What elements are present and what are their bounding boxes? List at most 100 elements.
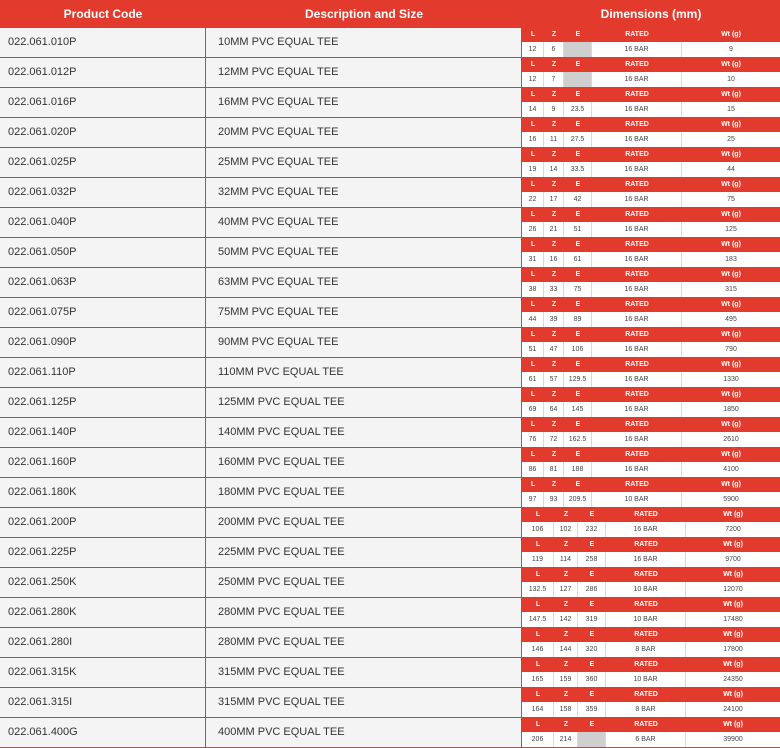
product-code-cell: 022.061.140P (0, 418, 206, 447)
dimension-value-e: 188 (564, 462, 592, 477)
description-cell: 16MM PVC EQUAL TEE (206, 88, 522, 117)
dimension-value-e: 319 (578, 612, 606, 627)
dimension-label-rated: RATED (634, 691, 658, 698)
dimension-value-wt: 7200 (725, 526, 741, 533)
dimension-labels: L Z E RATED Wt (g) (522, 658, 780, 672)
dimensions-cell: L Z E RATED Wt (g) 51 47 106 16 BAR 790 (522, 328, 780, 357)
dimension-value-e: 209.5 (564, 492, 592, 507)
dimension-label-l: L (530, 151, 536, 158)
dimension-label-wt: Wt (g) (721, 481, 741, 488)
dimension-labels: L Z E RATED Wt (g) (522, 508, 780, 522)
dimension-value-rated: 8 BAR (606, 642, 686, 657)
dimension-label-z: Z (551, 181, 557, 188)
dimension-value-z: 93 (544, 492, 564, 507)
dimension-label-rated: RATED (625, 211, 649, 218)
product-code-cell: 022.061.110P (0, 358, 206, 387)
dimension-value-l: 106 (522, 522, 554, 537)
dimension-labels: L Z E RATED Wt (g) (522, 628, 780, 642)
dimension-label-z: Z (563, 601, 569, 608)
dimension-values: 165 159 360 10 BAR 24350 (522, 672, 780, 687)
dimension-value-e: 23.5 (564, 102, 592, 117)
dimension-values: 206 214 6 BAR 39900 (522, 732, 780, 747)
description-cell: 160MM PVC EQUAL TEE (206, 448, 522, 477)
table-row: 022.061.280I 280MM PVC EQUAL TEE L Z E RATED W… (0, 628, 780, 658)
description-cell: 315MM PVC EQUAL TEE (206, 688, 522, 717)
dimensions-cell: L Z E RATED Wt (g) 164 158 359 8 BAR 24100 (522, 688, 780, 717)
dimension-label-l: L (530, 481, 536, 488)
dimension-value-rated: 16 BAR (592, 162, 682, 177)
dimension-value-e: 51 (564, 222, 592, 237)
dimension-values: 86 81 188 16 BAR 4100 (522, 462, 780, 477)
table-header: Product Code Description and Size Dimens… (0, 0, 780, 28)
dimension-value-wt: 9700 (725, 556, 741, 563)
dimension-value-rated: 16 BAR (592, 432, 682, 447)
dimension-label-e: E (575, 271, 581, 278)
dimension-labels: L Z E RATED Wt (g) (522, 388, 780, 402)
dimension-value-z: 39 (544, 312, 564, 327)
dimension-label-wt: Wt (g) (723, 691, 743, 698)
dimension-label-l: L (530, 331, 536, 338)
dimension-value-wt: 25 (727, 136, 735, 143)
product-code-cell: 022.061.125P (0, 388, 206, 417)
dimension-labels: L Z E RATED Wt (g) (522, 568, 780, 582)
dimensions-cell: L Z E RATED Wt (g) 44 39 89 16 BAR 495 (522, 298, 780, 327)
dimension-values: 26 21 51 16 BAR 125 (522, 222, 780, 237)
dimension-label-wt: Wt (g) (723, 601, 743, 608)
product-code-cell: 022.061.200P (0, 508, 206, 537)
dimension-label-z: Z (551, 451, 557, 458)
dimension-label-z: Z (551, 211, 557, 218)
description-cell: 63MM PVC EQUAL TEE (206, 268, 522, 297)
description-cell: 280MM PVC EQUAL TEE (206, 598, 522, 627)
dimension-value-l: 61 (522, 372, 544, 387)
dimension-value-e: 320 (578, 642, 606, 657)
dimension-label-l: L (530, 121, 536, 128)
dimension-value-e: 42 (564, 192, 592, 207)
dimension-label-rated: RATED (625, 361, 649, 368)
dimension-label-l: L (535, 511, 541, 518)
dimensions-cell: L Z E RATED Wt (g) 132.5 127 286 10 BAR 12070 (522, 568, 780, 597)
dimension-label-l: L (530, 61, 536, 68)
dimension-label-l: L (530, 361, 536, 368)
dimension-value-wt: 17800 (723, 646, 743, 653)
dimension-value-rated: 16 BAR (592, 42, 682, 57)
dimension-label-rated: RATED (625, 301, 649, 308)
dimension-value-wt: 495 (725, 316, 737, 323)
dimension-value-z: 127 (554, 582, 578, 597)
dimensions-cell: L Z E RATED Wt (g) 76 72 162.5 16 BAR 2610 (522, 418, 780, 447)
dimension-value-z: 114 (554, 552, 578, 567)
dimension-label-wt: Wt (g) (723, 661, 743, 668)
dimension-value-e: 61 (564, 252, 592, 267)
dimension-value-l: 22 (522, 192, 544, 207)
dimension-label-wt: Wt (g) (721, 451, 741, 458)
dimensions-cell: L Z E RATED Wt (g) 26 21 51 16 BAR 125 (522, 208, 780, 237)
dimension-value-wt: 1330 (723, 376, 739, 383)
dimension-value-l: 164 (522, 702, 554, 717)
dimensions-cell: L Z E RATED Wt (g) 165 159 360 10 BAR 24350 (522, 658, 780, 687)
dimension-values: 69 64 145 16 BAR 1850 (522, 402, 780, 417)
dimension-label-l: L (535, 721, 541, 728)
dimension-value-rated: 16 BAR (592, 282, 682, 297)
dimensions-cell: L Z E RATED Wt (g) 14 9 23.5 16 BAR 15 (522, 88, 780, 117)
dimension-values: 146 144 320 8 BAR 17800 (522, 642, 780, 657)
dimension-label-z: Z (563, 721, 569, 728)
dimension-label-e: E (575, 451, 581, 458)
product-code-cell: 022.061.032P (0, 178, 206, 207)
dimension-value-l: 31 (522, 252, 544, 267)
dimension-value-rated: 16 BAR (606, 522, 686, 537)
dimension-values: 16 11 27.5 16 BAR 25 (522, 132, 780, 147)
dimension-value-wt: 125 (725, 226, 737, 233)
dimension-label-rated: RATED (625, 31, 649, 38)
description-cell: 140MM PVC EQUAL TEE (206, 418, 522, 447)
dimension-label-wt: Wt (g) (723, 571, 743, 578)
table-body: 022.061.010P 10MM PVC EQUAL TEE L Z E RATED Wt… (0, 28, 780, 748)
dimension-label-wt: Wt (g) (721, 181, 741, 188)
dimension-label-rated: RATED (625, 331, 649, 338)
dimension-label-wt: Wt (g) (721, 421, 741, 428)
dimension-label-rated: RATED (625, 151, 649, 158)
dimension-value-rated: 16 BAR (606, 552, 686, 567)
dimension-value-z: 16 (544, 252, 564, 267)
table-row: 022.061.032P 32MM PVC EQUAL TEE L Z E RATED Wt… (0, 178, 780, 208)
dimension-value-e: 258 (578, 552, 606, 567)
description-cell: 180MM PVC EQUAL TEE (206, 478, 522, 507)
dimension-label-rated: RATED (634, 661, 658, 668)
